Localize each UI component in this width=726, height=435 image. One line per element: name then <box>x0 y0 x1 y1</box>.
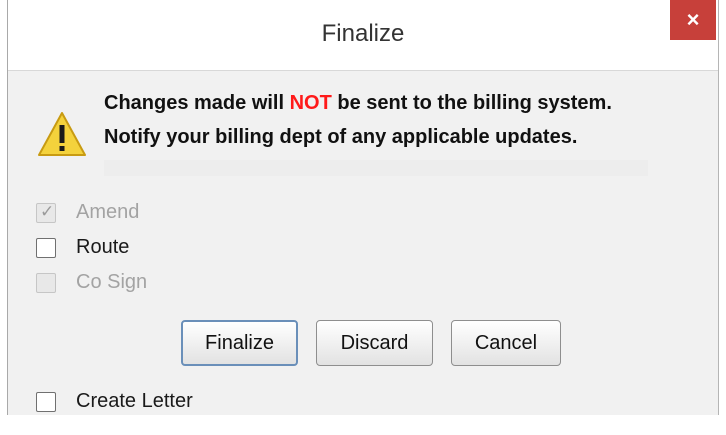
close-button[interactable]: × <box>670 0 716 40</box>
faded-text-remnant <box>104 160 648 176</box>
create-letter-checkbox[interactable] <box>36 392 56 412</box>
finalize-button[interactable]: Finalize <box>181 320 298 366</box>
checkmark-icon: ✓ <box>40 202 55 221</box>
dialog-title: Finalize <box>321 20 405 47</box>
cosign-checkbox[interactable] <box>36 273 56 293</box>
close-icon: × <box>686 7 700 32</box>
cosign-label: Co Sign <box>76 271 148 293</box>
route-checkbox[interactable] <box>36 238 56 258</box>
warning-emphasis: NOT <box>289 92 332 114</box>
amend-label: Amend <box>76 201 140 223</box>
dialog-right-border <box>718 0 719 415</box>
warning-icon <box>38 112 86 156</box>
finalize-dialog: Finalize × Changes made will NOT be sent… <box>0 0 726 435</box>
warning-message-line2: Notify your billing dept of any applicab… <box>104 126 578 148</box>
cancel-button[interactable]: Cancel <box>451 320 561 366</box>
amend-checkbox[interactable]: ✓ <box>36 202 56 223</box>
route-label: Route <box>76 236 130 258</box>
warning-message-line1: Changes made will NOT be sent to the bil… <box>104 92 612 114</box>
title-bar[interactable]: Finalize × <box>8 0 718 70</box>
discard-button[interactable]: Discard <box>316 320 433 366</box>
create-letter-label: Create Letter <box>76 390 193 412</box>
